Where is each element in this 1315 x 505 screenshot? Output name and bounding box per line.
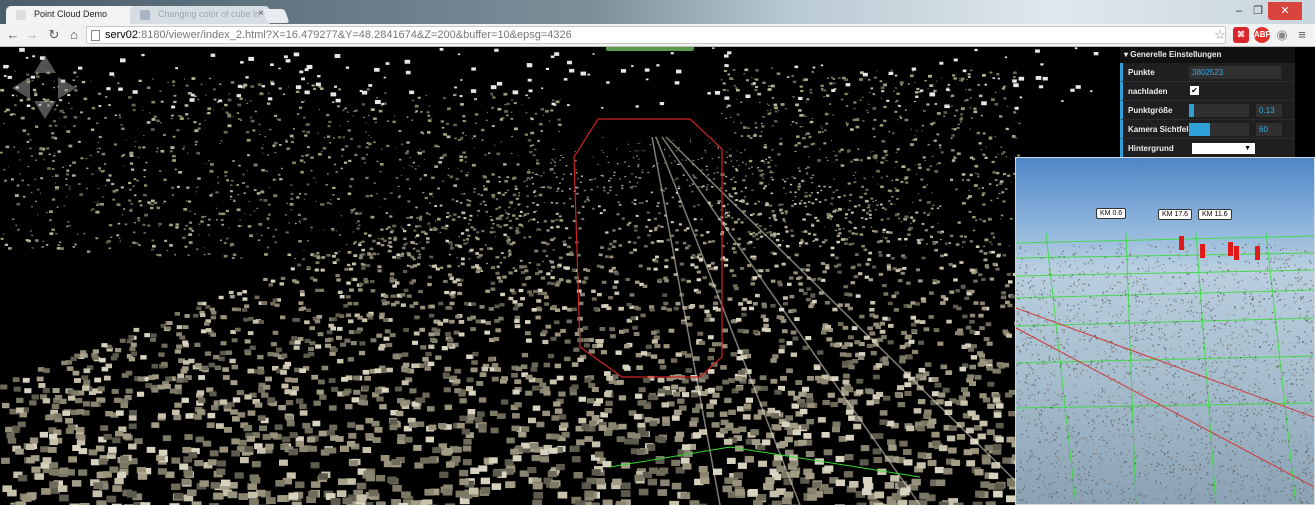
address-host: serv02 — [105, 29, 139, 41]
fov-slider-fill — [1189, 123, 1210, 136]
page-icon — [91, 30, 100, 41]
close-window-icon[interactable]: ✕ — [1268, 2, 1302, 20]
km-flag-marker[interactable] — [1179, 236, 1184, 250]
bookmark-star-icon[interactable]: ☆ — [1212, 27, 1228, 43]
point-size-row: Punktgröße 0.13 — [1120, 101, 1295, 120]
km-marker-label[interactable]: KM 0.6 — [1096, 208, 1127, 219]
km-flag-marker[interactable] — [1234, 246, 1239, 260]
background-row: Hintergrund ▼ — [1120, 139, 1295, 158]
reload-label: nachladen — [1128, 87, 1168, 96]
points-label: Punkte — [1128, 68, 1155, 77]
fov-label: Kamera Sichtfeld — [1128, 125, 1194, 134]
tab-changing-color[interactable]: Changing color of cube in × — [130, 6, 270, 24]
address-bar[interactable]: serv02:8180/viewer/index_2.html?X=16.479… — [86, 26, 1226, 44]
tab-strip: Point Cloud Demo × Changing color of cub… — [0, 0, 1315, 24]
fov-input[interactable]: 60 — [1256, 123, 1282, 136]
km-flag-marker[interactable] — [1200, 244, 1205, 258]
background-select[interactable]: ▼ — [1192, 143, 1255, 154]
adblock-icon[interactable]: ABP — [1254, 27, 1271, 43]
menu-icon[interactable]: ≡ — [1294, 27, 1310, 43]
tab-title: Point Cloud Demo — [34, 9, 108, 19]
km-flag-marker[interactable] — [1255, 246, 1260, 260]
home-icon[interactable]: ⌂ — [66, 27, 82, 43]
back-icon[interactable]: ← — [5, 27, 21, 43]
point-size-label: Punktgröße — [1128, 106, 1173, 115]
settings-title: Generelle Einstellungen — [1130, 50, 1222, 59]
new-tab-button[interactable] — [262, 9, 290, 23]
reload-row: nachladen ✔ — [1120, 82, 1295, 101]
km-marker-label[interactable]: KM 11.6 — [1198, 209, 1232, 220]
background-label: Hintergrund — [1128, 144, 1174, 153]
minimize-icon[interactable]: – — [1230, 2, 1248, 20]
tab-point-cloud-demo[interactable]: Point Cloud Demo × — [6, 6, 146, 24]
navigation-pad[interactable] — [12, 55, 78, 121]
pdf-extension-icon[interactable]: ⌘ — [1233, 27, 1249, 43]
reload-icon[interactable]: ↻ — [46, 27, 62, 43]
settings-panel: ▾ Generelle Einstellungen Punkte 3802523… — [1120, 47, 1295, 158]
points-input[interactable]: 3802523 — [1189, 66, 1281, 79]
pan-right-icon[interactable] — [58, 77, 76, 99]
settings-header[interactable]: ▾ Generelle Einstellungen — [1120, 47, 1295, 63]
point-cloud-viewer[interactable]: ▾ Generelle Einstellungen Punkte 3802523… — [0, 47, 1315, 505]
fov-row: Kamera Sichtfeld 60 — [1120, 120, 1295, 139]
point-size-input[interactable]: 0.13 — [1256, 104, 1282, 117]
overview-inset[interactable]: KM 0.6 KM 17.6 KM 11.6 — [1015, 157, 1315, 505]
reload-checkbox[interactable]: ✔ — [1190, 86, 1199, 95]
restore-icon[interactable]: ❐ — [1248, 2, 1268, 20]
pan-down-icon[interactable] — [34, 101, 56, 119]
chevron-down-icon: ▼ — [1244, 145, 1251, 152]
pan-up-icon[interactable] — [34, 55, 56, 73]
browser-toolbar: ← → ↻ ⌂ serv02:8180/viewer/index_2.html?… — [0, 24, 1315, 47]
point-size-slider[interactable] — [1189, 104, 1249, 117]
page-favicon-icon — [140, 10, 150, 20]
km-marker-label[interactable]: KM 17.6 — [1158, 209, 1193, 220]
top-panel-handle[interactable] — [606, 47, 694, 51]
address-path: :8180/viewer/index_2.html?X=16.479277&Y=… — [138, 29, 572, 41]
tab-title: Changing color of cube in — [158, 9, 261, 19]
points-row: Punkte 3802523 — [1120, 63, 1295, 82]
km-flag-marker[interactable] — [1228, 242, 1233, 256]
forward-icon[interactable]: → — [24, 27, 40, 43]
page-favicon-icon — [16, 10, 26, 20]
fov-slider[interactable] — [1189, 123, 1249, 136]
browser-window: Point Cloud Demo × Changing color of cub… — [0, 0, 1315, 505]
chrome-extension-icon[interactable]: ◉ — [1274, 27, 1290, 43]
point-size-slider-fill — [1189, 104, 1194, 117]
pan-left-icon[interactable] — [12, 77, 30, 99]
